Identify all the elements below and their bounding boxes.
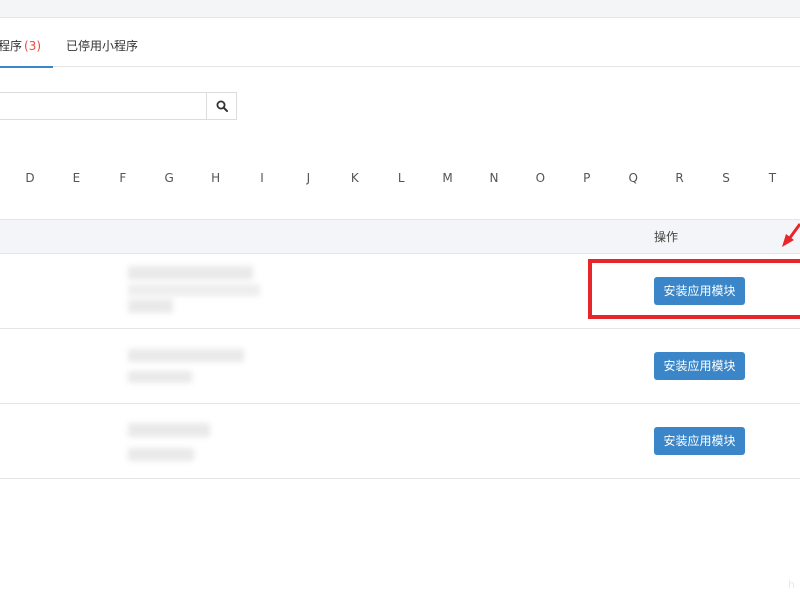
watermark: h bbox=[788, 578, 795, 591]
letter-filter-o[interactable]: O bbox=[530, 168, 550, 188]
letter-filter-k[interactable]: K bbox=[345, 168, 365, 188]
blurred-app-desc bbox=[128, 448, 194, 461]
letter-filter-h[interactable]: H bbox=[206, 168, 226, 188]
letter-filter-l[interactable]: L bbox=[391, 168, 411, 188]
blurred-app-name bbox=[128, 349, 244, 362]
tab-enabled-count: (3) bbox=[24, 39, 42, 53]
tab-enabled-label: 程序 bbox=[0, 39, 23, 53]
search-input[interactable] bbox=[0, 92, 206, 120]
install-module-button[interactable]: 安装应用模块 bbox=[654, 352, 745, 380]
letter-filter-r[interactable]: R bbox=[670, 168, 690, 188]
blurred-app-name bbox=[128, 423, 210, 437]
header-operation: 操作 bbox=[654, 230, 679, 244]
letter-filter-m[interactable]: M bbox=[438, 168, 458, 188]
letter-filter-g[interactable]: G bbox=[159, 168, 179, 188]
tab-disabled-programs[interactable]: 已停用小程序 bbox=[66, 18, 138, 67]
letter-filter-s[interactable]: S bbox=[716, 168, 736, 188]
table-row: 安装应用模块 bbox=[0, 329, 800, 404]
letter-filter-q[interactable]: Q bbox=[623, 168, 643, 188]
top-bar bbox=[0, 0, 800, 18]
blurred-app-desc bbox=[128, 299, 173, 313]
install-module-button[interactable]: 安装应用模块 bbox=[654, 427, 745, 455]
letter-filter-f[interactable]: F bbox=[113, 168, 133, 188]
letter-filter-n[interactable]: N bbox=[484, 168, 504, 188]
annotation-arrow-icon bbox=[782, 223, 800, 247]
table-row: 安装应用模块 bbox=[0, 404, 800, 479]
letter-filter-d[interactable]: D bbox=[20, 168, 40, 188]
blurred-app-name bbox=[128, 284, 260, 296]
tab-bar: 程序 (3) 已停用小程序 bbox=[0, 18, 800, 68]
blurred-app-name bbox=[128, 266, 253, 280]
search-icon bbox=[216, 100, 228, 112]
letter-filter-i[interactable]: I bbox=[252, 168, 272, 188]
highlight-annotation-box bbox=[588, 259, 800, 319]
letter-filter-p[interactable]: P bbox=[577, 168, 597, 188]
tab-enabled-programs[interactable]: 程序 (3) bbox=[0, 18, 54, 68]
table-header: 操作 bbox=[0, 219, 800, 254]
letter-filter-e[interactable]: E bbox=[66, 168, 86, 188]
active-tab-underline bbox=[0, 66, 54, 68]
letter-index: D E F G H I J K L M N O P Q R S T bbox=[0, 168, 800, 188]
blurred-app-desc bbox=[128, 371, 192, 383]
letter-filter-j[interactable]: J bbox=[298, 168, 318, 188]
letter-filter-t[interactable]: T bbox=[762, 168, 782, 188]
search-button[interactable] bbox=[206, 92, 237, 120]
